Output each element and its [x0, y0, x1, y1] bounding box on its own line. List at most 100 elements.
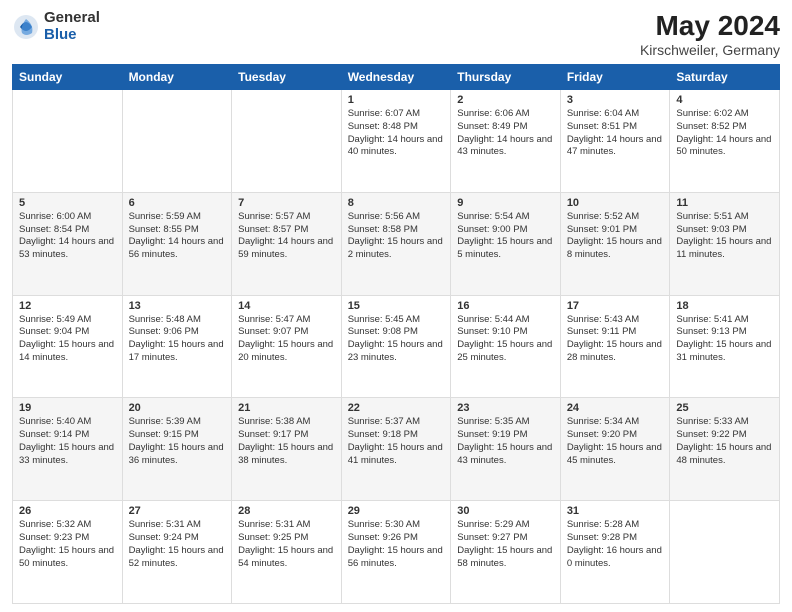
calendar-cell: 18 Sunrise: 5:41 AM Sunset: 9:13 PM Dayli… — [670, 295, 780, 398]
day-detail: Sunrise: 5:41 AM Sunset: 9:13 PM Dayligh… — [676, 314, 773, 365]
day-detail: Sunrise: 5:51 AM Sunset: 9:03 PM Dayligh… — [676, 211, 773, 262]
logo-blue: Blue — [44, 27, 100, 44]
day-detail: Sunrise: 5:39 AM Sunset: 9:15 PM Dayligh… — [129, 416, 226, 467]
col-thursday: Thursday — [451, 65, 561, 90]
logo-icon — [12, 13, 40, 41]
day-number: 10 — [567, 197, 664, 209]
day-number: 7 — [238, 197, 335, 209]
day-number: 12 — [19, 300, 116, 312]
calendar-cell — [122, 90, 232, 193]
day-number: 21 — [238, 402, 335, 414]
day-detail: Sunrise: 5:31 AM Sunset: 9:25 PM Dayligh… — [238, 519, 335, 570]
calendar-week-3: 12 Sunrise: 5:49 AM Sunset: 9:04 PM Dayli… — [13, 295, 780, 398]
calendar-cell: 24 Sunrise: 5:34 AM Sunset: 9:20 PM Dayli… — [560, 398, 670, 501]
calendar-cell: 25 Sunrise: 5:33 AM Sunset: 9:22 PM Dayli… — [670, 398, 780, 501]
day-detail: Sunrise: 6:06 AM Sunset: 8:49 PM Dayligh… — [457, 108, 554, 159]
calendar-cell: 13 Sunrise: 5:48 AM Sunset: 9:06 PM Dayli… — [122, 295, 232, 398]
day-detail: Sunrise: 6:00 AM Sunset: 8:54 PM Dayligh… — [19, 211, 116, 262]
calendar-week-5: 26 Sunrise: 5:32 AM Sunset: 9:23 PM Dayli… — [13, 501, 780, 604]
day-number: 8 — [348, 197, 445, 209]
day-detail: Sunrise: 6:02 AM Sunset: 8:52 PM Dayligh… — [676, 108, 773, 159]
calendar-cell: 7Sunrise: 5:57 AM Sunset: 8:57 PM Daylig… — [232, 192, 342, 295]
calendar-cell: 14 Sunrise: 5:47 AM Sunset: 9:07 PM Dayli… — [232, 295, 342, 398]
calendar-cell: 16 Sunrise: 5:44 AM Sunset: 9:10 PM Dayli… — [451, 295, 561, 398]
page: General Blue May 2024 Kirschweiler, Germ… — [0, 0, 792, 612]
day-number: 11 — [676, 197, 773, 209]
day-number: 1 — [348, 94, 445, 106]
day-detail: Sunrise: 5:29 AM Sunset: 9:27 PM Dayligh… — [457, 519, 554, 570]
day-detail: Sunrise: 5:44 AM Sunset: 9:10 PM Dayligh… — [457, 314, 554, 365]
day-number: 4 — [676, 94, 773, 106]
day-detail: Sunrise: 5:48 AM Sunset: 9:06 PM Dayligh… — [129, 314, 226, 365]
calendar-week-4: 19 Sunrise: 5:40 AM Sunset: 9:14 PM Dayli… — [13, 398, 780, 501]
day-detail: Sunrise: 5:34 AM Sunset: 9:20 PM Dayligh… — [567, 416, 664, 467]
day-number: 22 — [348, 402, 445, 414]
day-number: 28 — [238, 505, 335, 517]
day-detail: Sunrise: 5:32 AM Sunset: 9:23 PM Dayligh… — [19, 519, 116, 570]
day-number: 30 — [457, 505, 554, 517]
day-detail: Sunrise: 5:37 AM Sunset: 9:18 PM Dayligh… — [348, 416, 445, 467]
location: Kirschweiler, Germany — [640, 42, 780, 58]
day-number: 16 — [457, 300, 554, 312]
day-number: 31 — [567, 505, 664, 517]
logo-text: General Blue — [44, 10, 100, 43]
day-detail: Sunrise: 5:38 AM Sunset: 9:17 PM Dayligh… — [238, 416, 335, 467]
day-number: 18 — [676, 300, 773, 312]
day-detail: Sunrise: 5:45 AM Sunset: 9:08 PM Dayligh… — [348, 314, 445, 365]
calendar-cell: 20 Sunrise: 5:39 AM Sunset: 9:15 PM Dayli… — [122, 398, 232, 501]
logo-general: General — [44, 10, 100, 27]
day-number: 29 — [348, 505, 445, 517]
calendar-cell: 19 Sunrise: 5:40 AM Sunset: 9:14 PM Dayli… — [13, 398, 123, 501]
day-detail: Sunrise: 5:54 AM Sunset: 9:00 PM Dayligh… — [457, 211, 554, 262]
calendar-cell: 9Sunrise: 5:54 AM Sunset: 9:00 PM Daylig… — [451, 192, 561, 295]
day-number: 13 — [129, 300, 226, 312]
header-row: Sunday Monday Tuesday Wednesday Thursday… — [13, 65, 780, 90]
day-number: 3 — [567, 94, 664, 106]
day-number: 25 — [676, 402, 773, 414]
calendar-cell: 31 Sunrise: 5:28 AM Sunset: 9:28 PM Dayli… — [560, 501, 670, 604]
calendar-cell: 11 Sunrise: 5:51 AM Sunset: 9:03 PM Dayli… — [670, 192, 780, 295]
day-number: 26 — [19, 505, 116, 517]
day-detail: Sunrise: 5:56 AM Sunset: 8:58 PM Dayligh… — [348, 211, 445, 262]
month-title: May 2024 — [640, 10, 780, 42]
day-number: 5 — [19, 197, 116, 209]
day-detail: Sunrise: 5:31 AM Sunset: 9:24 PM Dayligh… — [129, 519, 226, 570]
calendar-week-1: 1Sunrise: 6:07 AM Sunset: 8:48 PM Daylig… — [13, 90, 780, 193]
calendar-cell: 12 Sunrise: 5:49 AM Sunset: 9:04 PM Dayli… — [13, 295, 123, 398]
col-tuesday: Tuesday — [232, 65, 342, 90]
day-number: 20 — [129, 402, 226, 414]
calendar-cell: 2 Sunrise: 6:06 AM Sunset: 8:49 PM Daylig… — [451, 90, 561, 193]
col-saturday: Saturday — [670, 65, 780, 90]
header: General Blue May 2024 Kirschweiler, Germ… — [12, 10, 780, 58]
logo: General Blue — [12, 10, 100, 43]
calendar-table: Sunday Monday Tuesday Wednesday Thursday… — [12, 64, 780, 604]
day-number: 6 — [129, 197, 226, 209]
day-number: 24 — [567, 402, 664, 414]
col-monday: Monday — [122, 65, 232, 90]
calendar-cell: 1Sunrise: 6:07 AM Sunset: 8:48 PM Daylig… — [341, 90, 451, 193]
day-detail: Sunrise: 5:43 AM Sunset: 9:11 PM Dayligh… — [567, 314, 664, 365]
day-number: 27 — [129, 505, 226, 517]
day-detail: Sunrise: 5:49 AM Sunset: 9:04 PM Dayligh… — [19, 314, 116, 365]
day-number: 2 — [457, 94, 554, 106]
day-detail: Sunrise: 5:40 AM Sunset: 9:14 PM Dayligh… — [19, 416, 116, 467]
calendar-cell: 23Sunrise: 5:35 AM Sunset: 9:19 PM Dayli… — [451, 398, 561, 501]
calendar-cell: 22 Sunrise: 5:37 AM Sunset: 9:18 PM Dayli… — [341, 398, 451, 501]
calendar-week-2: 5 Sunrise: 6:00 AM Sunset: 8:54 PM Daylig… — [13, 192, 780, 295]
calendar-cell — [232, 90, 342, 193]
calendar-cell: 6Sunrise: 5:59 AM Sunset: 8:55 PM Daylig… — [122, 192, 232, 295]
day-number: 17 — [567, 300, 664, 312]
calendar-cell: 15Sunrise: 5:45 AM Sunset: 9:08 PM Dayli… — [341, 295, 451, 398]
day-number: 14 — [238, 300, 335, 312]
day-detail: Sunrise: 5:33 AM Sunset: 9:22 PM Dayligh… — [676, 416, 773, 467]
day-detail: Sunrise: 5:47 AM Sunset: 9:07 PM Dayligh… — [238, 314, 335, 365]
calendar-cell: 26 Sunrise: 5:32 AM Sunset: 9:23 PM Dayli… — [13, 501, 123, 604]
calendar-cell: 17 Sunrise: 5:43 AM Sunset: 9:11 PM Dayli… — [560, 295, 670, 398]
calendar-cell: 4 Sunrise: 6:02 AM Sunset: 8:52 PM Daylig… — [670, 90, 780, 193]
day-number: 23 — [457, 402, 554, 414]
day-number: 19 — [19, 402, 116, 414]
calendar-cell: 28 Sunrise: 5:31 AM Sunset: 9:25 PM Dayli… — [232, 501, 342, 604]
col-sunday: Sunday — [13, 65, 123, 90]
day-detail: Sunrise: 5:28 AM Sunset: 9:28 PM Dayligh… — [567, 519, 664, 570]
calendar-cell: 3Sunrise: 6:04 AM Sunset: 8:51 PM Daylig… — [560, 90, 670, 193]
